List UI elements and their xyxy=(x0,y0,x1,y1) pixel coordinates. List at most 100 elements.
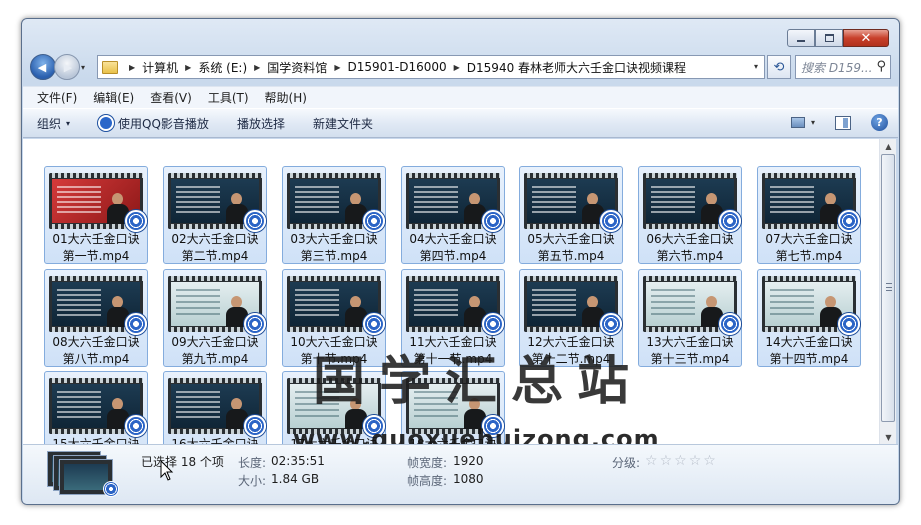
close-button[interactable]: ✕ xyxy=(843,29,889,47)
menu-file[interactable]: 文件(F) xyxy=(37,89,77,106)
film-strip xyxy=(49,378,143,383)
menu-view[interactable]: 查看(V) xyxy=(150,89,192,106)
file-name-line2: 第十四节.mp4 xyxy=(769,352,849,366)
file-item[interactable]: 15大六壬金口诀第十五节.mp4 xyxy=(44,371,148,444)
new-folder-label: 新建文件夹 xyxy=(312,116,373,131)
qq-player-icon xyxy=(125,313,147,335)
change-view-icon[interactable] xyxy=(790,117,805,128)
slide-text xyxy=(295,289,339,317)
slide-text xyxy=(57,186,101,214)
file-item[interactable]: 05大六壬金口诀 第五节.mp4 xyxy=(519,166,623,264)
file-name: 09大六壬金口诀 第九节.mp4 xyxy=(164,334,266,368)
address-dropdown-icon[interactable]: ▾ xyxy=(754,62,758,71)
preview-pane-icon[interactable] xyxy=(835,115,851,130)
film-strip xyxy=(406,276,500,281)
file-item[interactable]: 01大六壬金口诀 第一节.mp4 xyxy=(44,166,148,264)
file-name-line1: 04大六壬金口诀 xyxy=(409,232,497,246)
file-item[interactable]: 11大六壬金口诀 第十一节.mp4 xyxy=(401,269,505,367)
file-name-line1: 08大六壬金口诀 xyxy=(52,335,140,349)
slide-text xyxy=(770,289,814,317)
forward-arrow-icon: ▶ xyxy=(63,60,73,74)
command-bar-right: ▾ ? xyxy=(790,114,888,131)
file-name: 12大六壬金口诀 第十二节.mp4 xyxy=(520,334,622,368)
file-name: 14大六壬金口诀 第十四节.mp4 xyxy=(758,334,860,368)
chevron-right-icon[interactable]: ▶ xyxy=(334,63,340,72)
file-name-line2: 第十二节.mp4 xyxy=(531,352,611,366)
file-list-view[interactable]: 01大六壬金口诀 第一节.mp4 02大六壬金口诀 第二节.mp4 03大六壬金口诀 第三… xyxy=(23,139,879,444)
vertical-scrollbar[interactable]: ▲ ▼ xyxy=(879,139,896,444)
view-options-dropdown[interactable]: ▾ xyxy=(811,118,815,127)
file-item[interactable]: 09大六壬金口诀 第九节.mp4 xyxy=(163,269,267,367)
film-strip xyxy=(287,378,381,383)
recent-pages-dropdown[interactable]: ▾ xyxy=(81,63,93,72)
file-name-line2: 第十一节.mp4 xyxy=(413,352,493,366)
scroll-up-arrow-icon[interactable]: ▲ xyxy=(880,139,897,153)
back-button[interactable]: ◀ xyxy=(30,54,56,80)
file-name-line1: 11大六壬金口诀 xyxy=(409,335,497,349)
file-item[interactable]: 13大六壬金口诀 第十三节.mp4 xyxy=(638,269,742,367)
minimize-button[interactable] xyxy=(787,29,815,47)
file-item[interactable]: 12大六壬金口诀 第十二节.mp4 xyxy=(519,269,623,367)
file-name: 18大六壬金口诀第十八节.mp4 xyxy=(402,436,504,444)
refresh-button[interactable]: ⟲ xyxy=(767,55,791,79)
file-name-line2: 第一节.mp4 xyxy=(62,249,130,263)
file-item[interactable]: 17大六壬金口诀第十七节.mp4 xyxy=(282,371,386,444)
play-selection-button[interactable]: 播放选择 xyxy=(237,115,285,132)
star-icon[interactable]: ☆ xyxy=(674,454,687,468)
slide-text xyxy=(532,186,576,214)
search-icon[interactable]: ⚲ xyxy=(876,59,886,74)
file-item[interactable]: 02大六壬金口诀 第二节.mp4 xyxy=(163,166,267,264)
chevron-right-icon[interactable]: ▶ xyxy=(185,63,191,72)
scrollbar-thumb[interactable] xyxy=(881,154,895,422)
maximize-button[interactable] xyxy=(815,29,843,47)
file-item[interactable]: 18大六壬金口诀第十八节.mp4 xyxy=(401,371,505,444)
organize-button[interactable]: 组织 ▾ xyxy=(37,115,70,132)
film-strip xyxy=(287,173,381,178)
frame-height-value: 1080 xyxy=(453,472,484,486)
qq-player-icon xyxy=(482,415,504,437)
file-item[interactable]: 08大六壬金口诀 第八节.mp4 xyxy=(44,269,148,367)
qq-player-icon xyxy=(363,313,385,335)
rating-stars[interactable]: ☆ ☆ ☆ ☆ ☆ xyxy=(645,454,718,468)
file-item[interactable]: 14大六壬金口诀 第十四节.mp4 xyxy=(757,269,861,367)
file-item[interactable]: 06大六壬金口诀 第六节.mp4 xyxy=(638,166,742,264)
chevron-right-icon[interactable]: ▶ xyxy=(129,63,135,72)
breadcrumb-range[interactable]: D15901-D16000 xyxy=(347,60,446,74)
menu-help[interactable]: 帮助(H) xyxy=(265,89,307,106)
forward-button[interactable]: ▶ xyxy=(54,54,80,80)
slide-text xyxy=(57,289,101,317)
film-strip xyxy=(49,173,143,178)
breadcrumb-current-folder[interactable]: D15940 春林老师大六壬金口诀视频课程 xyxy=(467,59,686,76)
search-input[interactable]: 搜索 D159... ⚲ xyxy=(795,55,891,79)
breadcrumb-drive[interactable]: 系统 (E:) xyxy=(198,59,247,76)
help-icon[interactable]: ? xyxy=(871,114,888,131)
address-bar[interactable]: ▶ 计算机 ▶ 系统 (E:) ▶ 国学资料馆 ▶ D15901-D16000 … xyxy=(97,55,765,79)
file-name-line1: 12大六壬金口诀 xyxy=(527,335,615,349)
film-strip xyxy=(287,276,381,281)
file-item[interactable]: 16大六壬金口诀第十六节.mp4 xyxy=(163,371,267,444)
qq-player-icon xyxy=(363,210,385,232)
new-folder-button[interactable]: 新建文件夹 xyxy=(313,115,373,132)
film-strip xyxy=(524,276,618,281)
chevron-right-icon[interactable]: ▶ xyxy=(454,63,460,72)
file-item[interactable]: 04大六壬金口诀 第四节.mp4 xyxy=(401,166,505,264)
play-with-qq-button[interactable]: 使用QQ影音播放 xyxy=(98,115,209,132)
file-name-line2: 第五节.mp4 xyxy=(537,249,605,263)
chevron-right-icon[interactable]: ▶ xyxy=(254,63,260,72)
scroll-down-arrow-icon[interactable]: ▼ xyxy=(880,430,897,444)
menu-edit[interactable]: 编辑(E) xyxy=(93,89,134,106)
file-item[interactable]: 03大六壬金口诀 第三节.mp4 xyxy=(282,166,386,264)
star-icon[interactable]: ☆ xyxy=(689,454,702,468)
film-strip xyxy=(168,276,262,281)
file-item[interactable]: 07大六壬金口诀 第七节.mp4 xyxy=(757,166,861,264)
star-icon[interactable]: ☆ xyxy=(645,454,658,468)
file-item[interactable]: 10大六壬金口诀 第十节.mp4 xyxy=(282,269,386,367)
slide-text xyxy=(176,186,220,214)
breadcrumb-guoxue[interactable]: 国学资料馆 xyxy=(267,59,327,76)
breadcrumb-computer[interactable]: 计算机 xyxy=(142,59,178,76)
star-icon[interactable]: ☆ xyxy=(660,454,673,468)
menu-tools[interactable]: 工具(T) xyxy=(208,89,249,106)
selection-thumbnail xyxy=(47,451,119,497)
film-strip xyxy=(49,276,143,281)
star-icon[interactable]: ☆ xyxy=(703,454,716,468)
